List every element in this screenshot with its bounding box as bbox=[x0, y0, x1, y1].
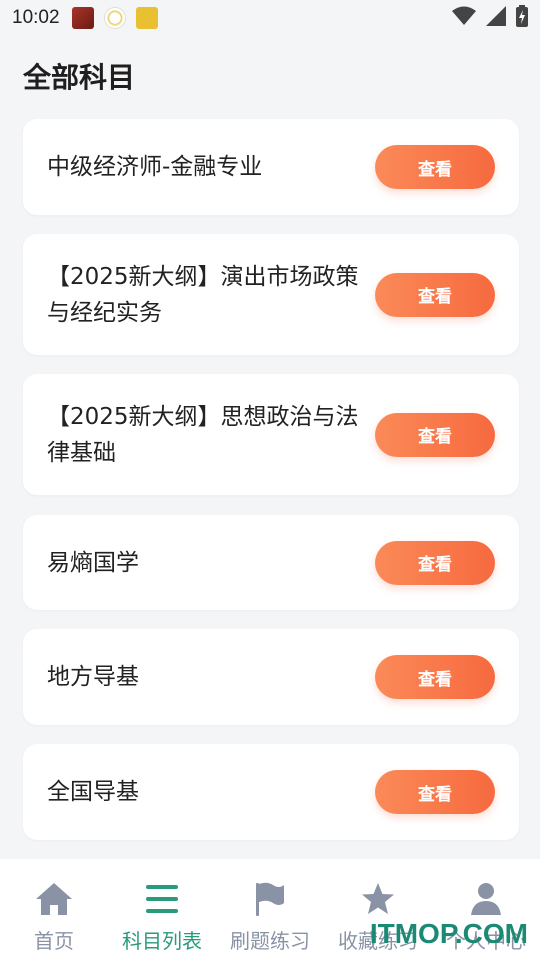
view-button[interactable]: 查看 bbox=[375, 540, 495, 585]
subject-card[interactable]: 地方导基 查看 bbox=[23, 629, 519, 725]
nav-label: 科目列表 bbox=[122, 929, 202, 953]
view-button[interactable]: 查看 bbox=[375, 770, 495, 814]
wifi-icon bbox=[452, 6, 476, 30]
view-button[interactable]: 查看 bbox=[375, 145, 495, 189]
battery-charging-icon bbox=[516, 5, 528, 31]
status-time: 10:02 bbox=[12, 7, 60, 28]
app-notification-icon bbox=[135, 7, 158, 29]
user-icon bbox=[466, 879, 506, 919]
subject-title: 易熵国学 bbox=[47, 549, 139, 576]
subject-card[interactable]: 【2025新大纲】演出市场政策与经纪实务 查看 bbox=[23, 234, 519, 355]
status-bar: 10:02 bbox=[0, 0, 540, 36]
subject-card[interactable]: 中级经济师-金融专业 查看 bbox=[23, 119, 519, 215]
nav-item-practice[interactable]: 刷题练习 bbox=[216, 859, 324, 960]
subject-title: 全国导基 bbox=[47, 779, 139, 805]
view-button[interactable]: 查看 bbox=[375, 412, 495, 457]
subject-card[interactable]: 易熵国学 查看 bbox=[23, 515, 519, 610]
subject-title: 中级经济师-金融专业 bbox=[47, 154, 263, 180]
star-icon bbox=[358, 879, 398, 919]
page-title: 全部科目 bbox=[23, 61, 136, 94]
subject-title: 【2025新大纲】演出市场政策与经纪实务 bbox=[47, 263, 359, 326]
flag-icon bbox=[250, 879, 290, 919]
subject-card[interactable]: 【2025新大纲】思想政治与法律基础 查看 bbox=[23, 374, 519, 495]
subject-title: 地方导基 bbox=[47, 664, 139, 690]
subject-title: 【2025新大纲】思想政治与法律基础 bbox=[47, 403, 359, 466]
app-notification-icon bbox=[103, 7, 126, 29]
nav-item-subject-list[interactable]: 科目列表 bbox=[108, 859, 216, 960]
subject-card[interactable]: 全国导基 查看 bbox=[23, 744, 519, 840]
signal-icon bbox=[486, 6, 506, 30]
notification-icons bbox=[71, 7, 158, 29]
home-icon bbox=[34, 879, 74, 919]
view-button[interactable]: 查看 bbox=[375, 272, 495, 317]
view-button[interactable]: 查看 bbox=[375, 655, 495, 699]
nav-item-home[interactable]: 首页 bbox=[0, 859, 108, 960]
nav-label: 首页 bbox=[34, 929, 74, 953]
watermark: ITMOP.COM bbox=[369, 918, 528, 949]
list-icon bbox=[142, 879, 182, 919]
app-notification-icon bbox=[71, 7, 94, 29]
system-icons bbox=[452, 5, 528, 31]
nav-label: 刷题练习 bbox=[230, 929, 310, 953]
